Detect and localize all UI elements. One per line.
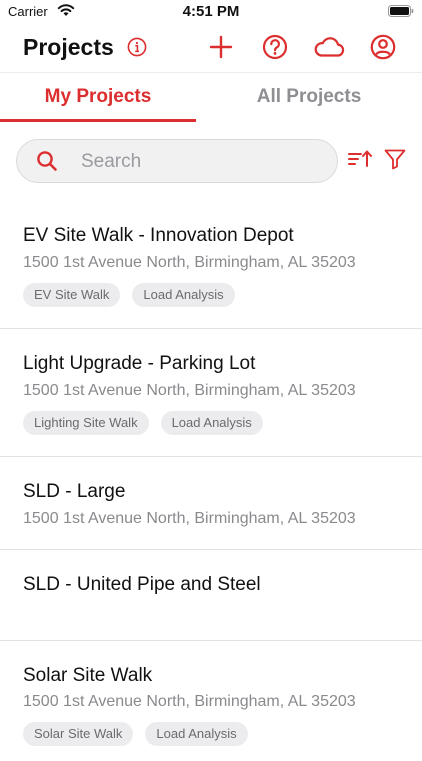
project-list: EV Site Walk - Innovation Depot 1500 1st… — [0, 200, 422, 761]
search-icon — [37, 151, 57, 171]
project-row[interactable]: EV Site Walk - Innovation Depot 1500 1st… — [0, 200, 422, 329]
tab-all-projects[interactable]: All Projects — [196, 73, 422, 121]
search-input[interactable] — [79, 149, 323, 175]
nav-header: Projects — [0, 24, 422, 72]
project-row[interactable]: Light Upgrade - Parking Lot 1500 1st Ave… — [0, 329, 422, 457]
project-address: 1500 1st Avenue North, Birmingham, AL 35… — [23, 254, 356, 271]
project-tag: EV Site Walk — [23, 283, 121, 307]
account-icon[interactable] — [370, 34, 396, 60]
project-address: 1500 1st Avenue North, Birmingham, AL 35… — [23, 693, 356, 710]
project-row[interactable]: SLD - United Pipe and Steel — [0, 550, 422, 641]
tab-bar: My Projects All Projects — [0, 72, 422, 123]
project-tags: Solar Site Walk Load Analysis — [23, 722, 248, 746]
cloud-icon[interactable] — [312, 34, 346, 60]
project-tag: Load Analysis — [160, 411, 263, 435]
project-name: Solar Site Walk — [23, 665, 153, 686]
status-bar: Carrier 4:51 PM — [0, 0, 422, 24]
project-row[interactable]: Solar Site Walk 1500 1st Avenue North, B… — [0, 641, 422, 761]
battery-icon — [388, 5, 414, 17]
project-address: 1500 1st Avenue North, Birmingham, AL 35… — [23, 510, 356, 527]
project-tags: EV Site Walk Load Analysis — [23, 283, 235, 307]
help-icon[interactable] — [262, 34, 288, 60]
info-icon[interactable] — [127, 37, 147, 57]
project-name: SLD - United Pipe and Steel — [23, 574, 261, 595]
search-bar[interactable] — [16, 139, 338, 183]
tab-my-projects[interactable]: My Projects — [0, 73, 196, 121]
project-name: EV Site Walk - Innovation Depot — [23, 225, 294, 246]
project-name: SLD - Large — [23, 481, 126, 502]
project-name: Light Upgrade - Parking Lot — [23, 353, 256, 374]
sort-icon[interactable] — [347, 148, 373, 170]
project-tag: Load Analysis — [145, 722, 248, 746]
clock: 4:51 PM — [182, 3, 240, 20]
page-title: Projects — [23, 34, 114, 60]
project-tag: Load Analysis — [132, 283, 235, 307]
filter-icon[interactable] — [383, 147, 407, 171]
project-tags: Lighting Site Walk Load Analysis — [23, 411, 263, 435]
project-tag: Lighting Site Walk — [23, 411, 149, 435]
project-tag: Solar Site Walk — [23, 722, 134, 746]
project-address: 1500 1st Avenue North, Birmingham, AL 35… — [23, 382, 356, 399]
active-tab-indicator — [0, 119, 196, 122]
add-icon[interactable] — [208, 34, 234, 60]
project-row[interactable]: SLD - Large 1500 1st Avenue North, Birmi… — [0, 457, 422, 550]
